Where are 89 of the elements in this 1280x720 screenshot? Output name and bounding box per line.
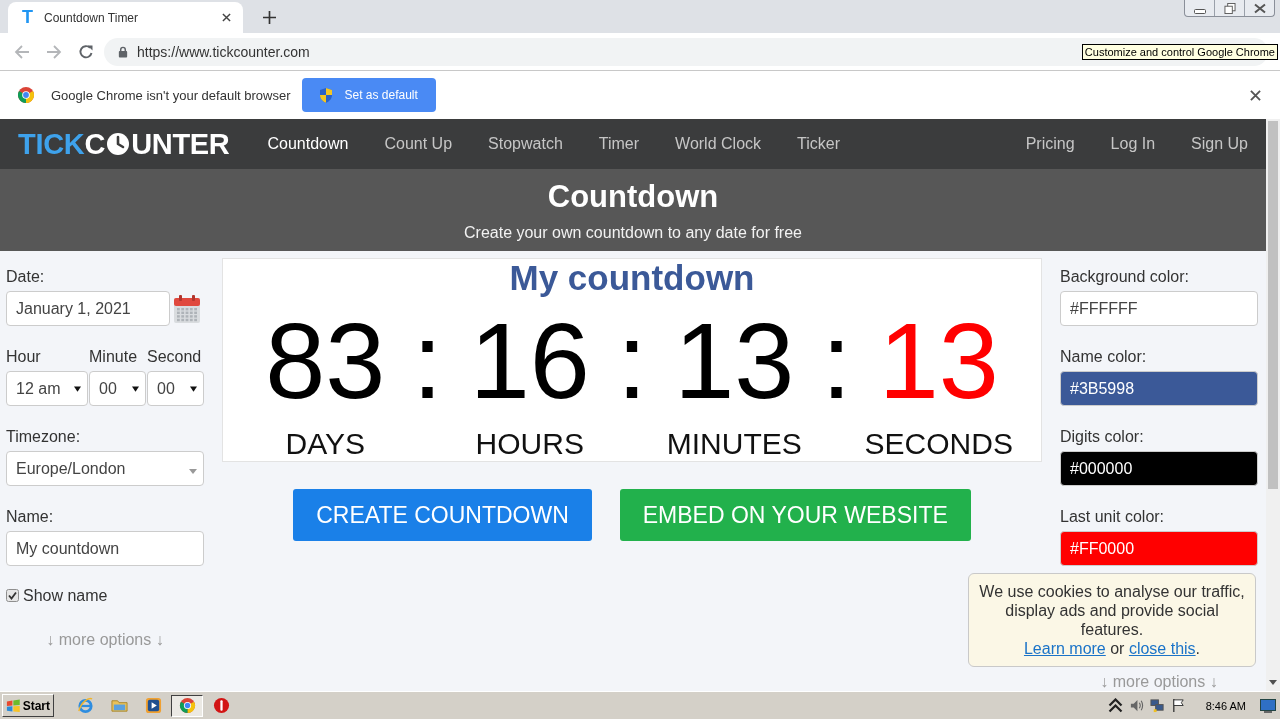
clock-icon [106,132,131,156]
select-field[interactable]: 00 [147,371,204,406]
nav-link[interactable]: World Clock [675,134,762,154]
checkbox-label: Show name [23,586,108,605]
network-icon[interactable] [1149,698,1165,713]
learn-more-link[interactable]: Learn more [1023,640,1106,657]
nav-link[interactable]: Sign Up [1191,134,1248,154]
caret-down-icon [189,469,197,474]
browser-logo-icon [17,86,35,104]
cookie-message: We use cookies to analyse our traffic, display ads and provide social features. [979,582,1245,639]
taskbar-clock[interactable]: 8:46 AM [1205,699,1246,712]
logo-wordmark[interactable]: UNTER [131,127,230,161]
unit-label: MINUTES [666,427,802,461]
time-separator: : [412,307,443,415]
countdown-title: My countdown [508,259,756,297]
calendar-icon[interactable] [174,293,200,324]
tooltip: Customize and control Google Chrome [1081,44,1278,60]
shield-icon [318,86,335,104]
nav-link[interactable]: Countdown [267,134,349,154]
name-field[interactable]: My countdown [6,531,204,566]
countdown-digits: 16 [469,307,590,415]
nav-link[interactable]: Timer [598,134,640,154]
color-field[interactable]: #FFFFFF [1060,291,1258,326]
field-label: Name color: [1060,347,1148,366]
restore-icon [1223,2,1236,14]
field-label: Hour [6,347,42,366]
color-field[interactable]: #3B5998 [1060,371,1258,406]
start-button[interactable]: Start [2,694,54,717]
url-text: https://www.tickcounter.com [137,43,310,60]
caret-down-icon [74,385,81,392]
cookie-links-text: Learn more or close this. [1022,639,1202,658]
show-desktop-icon[interactable] [1260,698,1276,713]
field-label: Date: [6,267,46,286]
flag-icon[interactable] [1170,698,1186,713]
unit-label: SECONDS [864,427,1013,461]
countdown-digits: 13 [878,307,999,415]
nav-link[interactable]: Pricing [1025,134,1075,154]
nav-link[interactable]: Log In [1110,134,1156,154]
close-notice-link[interactable]: close this [1128,640,1196,657]
alert-icon [212,697,230,714]
lock-icon [118,45,128,58]
close-icon [1253,2,1266,14]
countdown-digits: 13 [674,307,795,415]
field-label: Background color: [1060,267,1190,286]
nav-link[interactable]: Count Up [384,134,453,154]
browser-tab[interactable]: T Countdown Timer [8,2,243,33]
reload-icon[interactable] [78,43,94,60]
speaker-icon[interactable] [1128,698,1144,713]
caret-down-icon [190,385,197,392]
folder-icon [110,697,128,714]
taskbar-button[interactable] [171,694,203,717]
nav-link[interactable]: Stopwatch [488,134,563,154]
color-field[interactable]: #FF0000 [1060,531,1258,566]
scroll-down-icon[interactable] [1269,680,1277,685]
play-icon [144,697,162,714]
minimize-icon [1193,7,1206,14]
infobar-message: Google Chrome isn't your default browser [51,87,291,103]
field-label: Digits color: [1060,427,1145,446]
field-label: Minute [89,347,139,366]
field-label: Last unit color: [1060,507,1166,526]
time-separator: : [821,307,852,415]
page-title: Countdown [547,179,719,215]
scrollbar[interactable] [1266,119,1280,691]
caret-down-icon [132,385,139,392]
timezone-select[interactable]: Europe/London [6,451,204,486]
unit-label: DAYS [285,427,365,461]
tab-favicon: T [22,7,34,28]
nav-link[interactable]: Ticker [797,134,840,154]
field-label: Timezone: [6,427,82,446]
color-field[interactable]: #000000 [1060,451,1258,486]
browser-logo-icon [178,697,196,714]
plus-icon[interactable] [263,11,276,24]
date-field[interactable]: January 1, 2021 [6,291,170,326]
time-separator: : [617,307,647,415]
unit-label: HOURS [475,427,584,461]
action-button[interactable]: CREATE COUNTDOWN [293,489,592,541]
select-field[interactable]: 00 [89,371,146,406]
page-subtitle: Create your own countdown to any date for free [464,224,802,242]
checkbox[interactable] [6,589,19,602]
select-field[interactable]: 12 am [6,371,88,406]
close-icon[interactable] [1250,89,1261,101]
field-label: Second [147,347,203,366]
close-icon[interactable] [222,13,231,22]
countdown-digits: 83 [265,307,386,415]
chevron-up-icon[interactable] [1107,698,1123,713]
windows-flag-icon [6,698,21,713]
logo-wordmark[interactable]: TICKC [18,127,106,161]
e-logo-icon [76,697,94,714]
field-label: Name: [6,507,55,526]
